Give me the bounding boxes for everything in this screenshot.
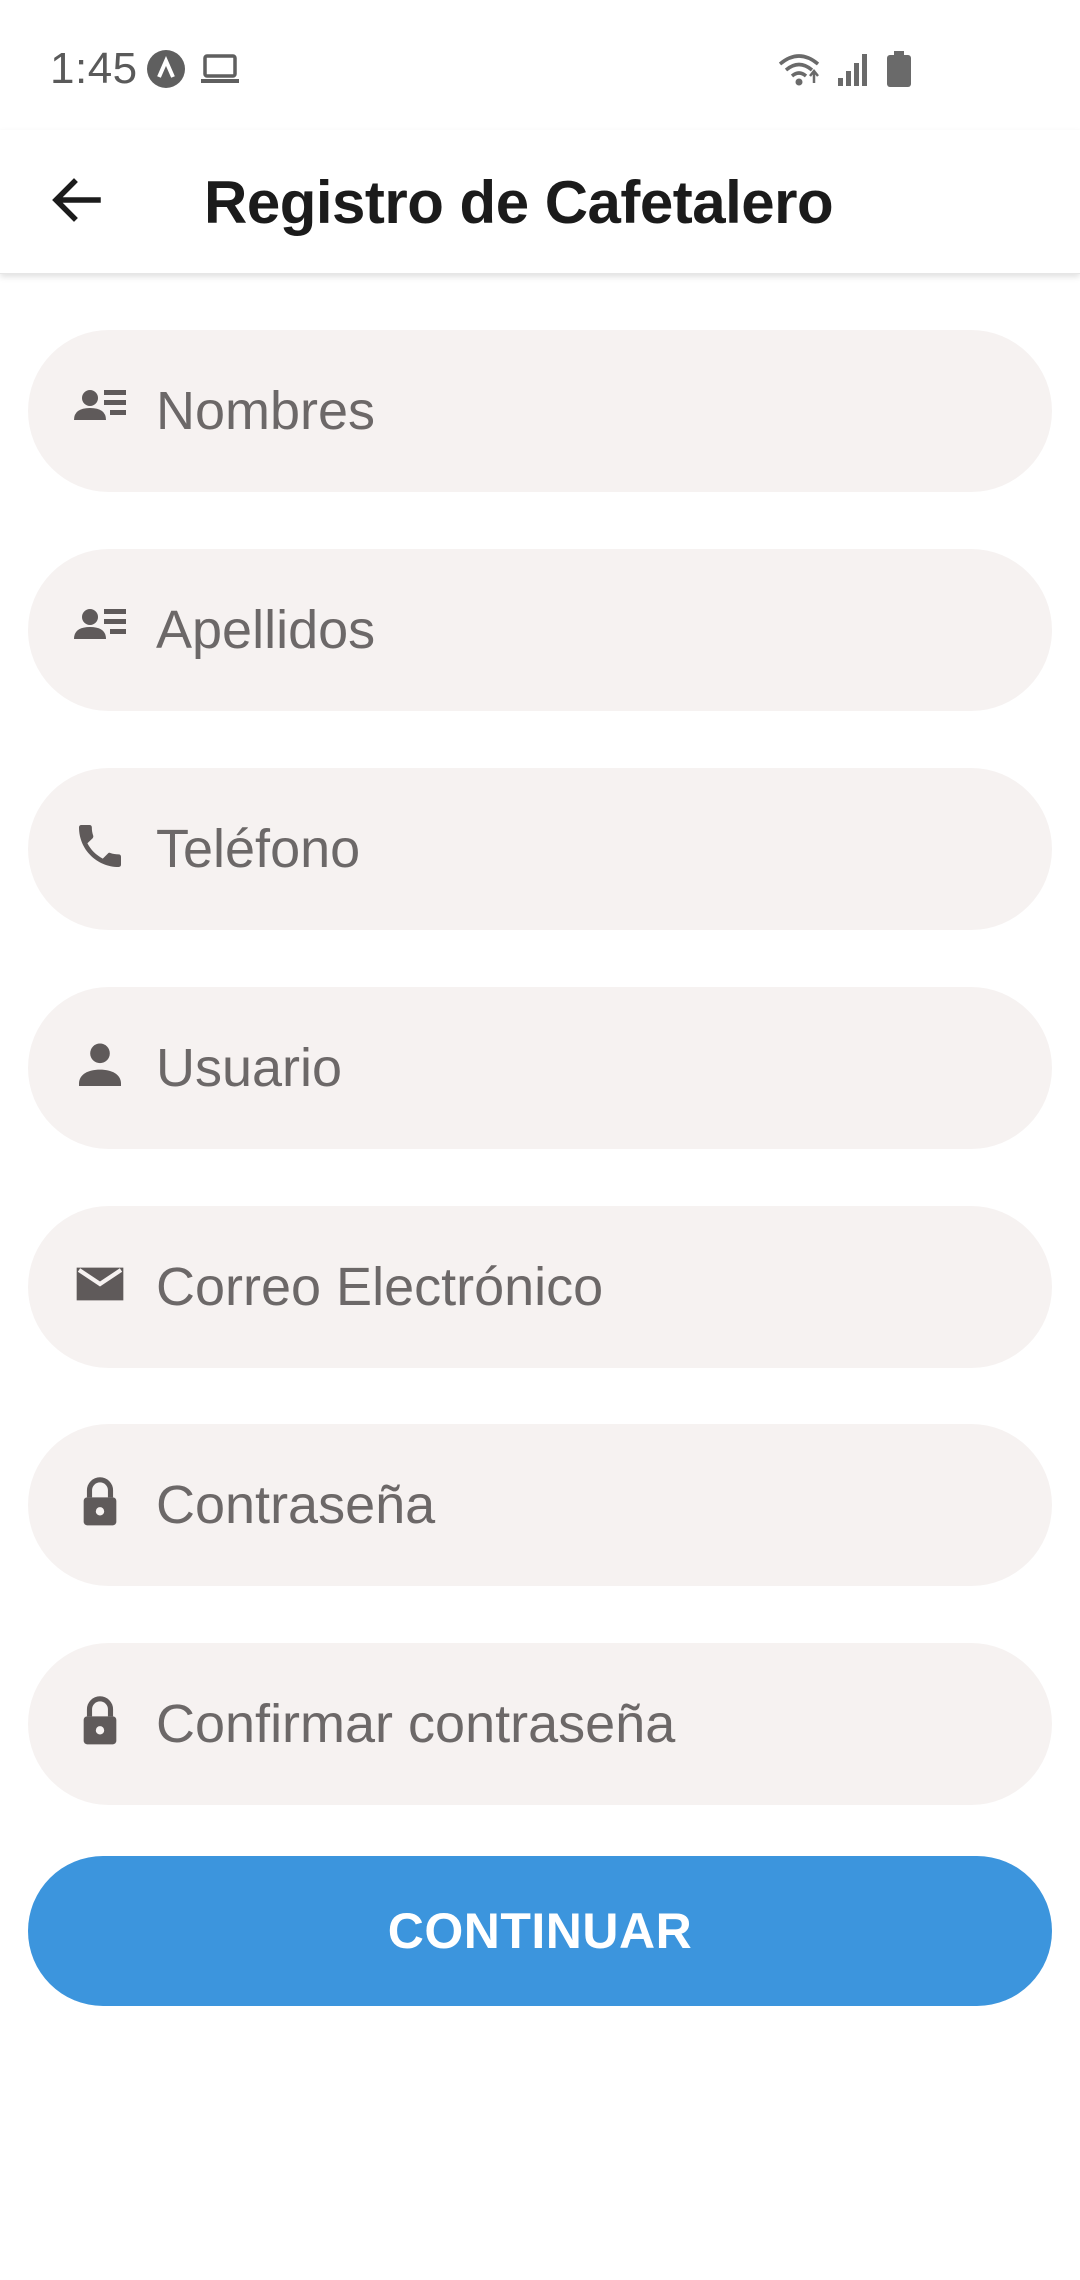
password-input[interactable] — [156, 1424, 1016, 1586]
surnames-input[interactable] — [156, 549, 1016, 711]
back-button[interactable] — [36, 162, 116, 242]
battery-icon — [886, 50, 912, 93]
names-field[interactable] — [28, 330, 1052, 492]
contact-card-icon — [72, 380, 128, 436]
continue-button[interactable]: CONTINUAR — [28, 1856, 1052, 2006]
mail-icon — [72, 1256, 128, 1312]
confirm-password-input[interactable] — [156, 1643, 1016, 1805]
status-right-icons — [776, 50, 912, 93]
phone-field[interactable] — [28, 768, 1052, 930]
page-title: Registro de Cafetalero — [204, 169, 834, 236]
confirm-password-field[interactable] — [28, 1643, 1052, 1805]
laptop-icon — [200, 52, 240, 91]
lock-icon — [72, 1474, 128, 1530]
email-field[interactable] — [28, 1206, 1052, 1368]
contact-card-icon — [72, 599, 128, 655]
surnames-field[interactable] — [28, 549, 1052, 711]
app-notification-icon — [147, 50, 185, 88]
username-field[interactable] — [28, 987, 1052, 1149]
person-icon — [72, 1037, 128, 1093]
username-input[interactable] — [156, 987, 1016, 1149]
signal-icon — [836, 51, 872, 92]
phone-input[interactable] — [156, 768, 1016, 930]
arrow-left-icon — [50, 174, 102, 231]
status-time: 1:45 — [50, 44, 138, 93]
names-input[interactable] — [156, 330, 1016, 492]
app-bar: Registro de Cafetalero — [0, 130, 1080, 274]
email-input[interactable] — [156, 1206, 1016, 1368]
lock-icon — [72, 1693, 128, 1749]
password-field[interactable] — [28, 1424, 1052, 1586]
status-bar: 1:45 — [0, 0, 1080, 130]
phone-icon — [72, 818, 128, 874]
wifi-icon — [776, 50, 822, 93]
